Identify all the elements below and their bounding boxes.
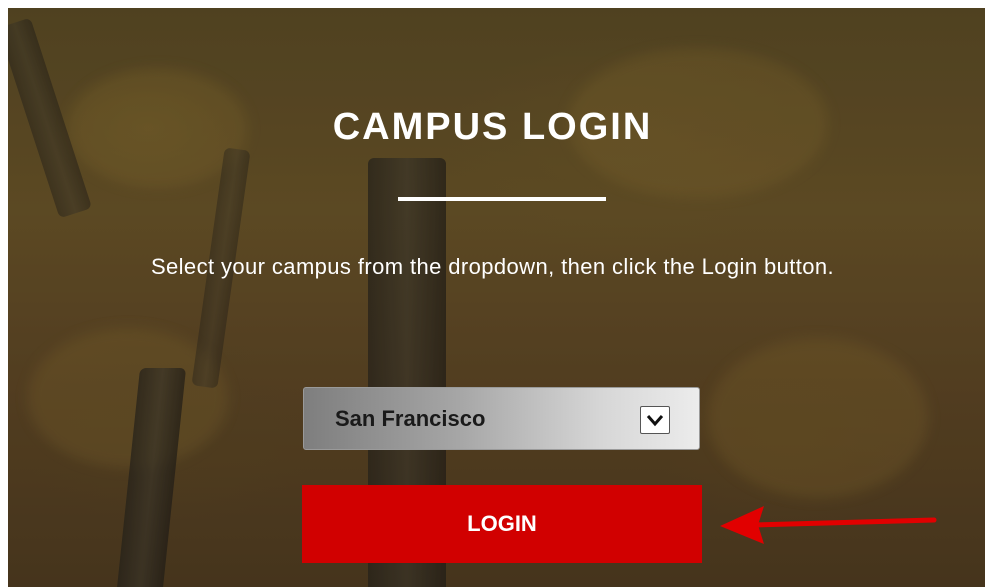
campus-dropdown-value: San Francisco (335, 406, 486, 431)
instruction-text: Select your campus from the dropdown, th… (150, 254, 835, 279)
campus-dropdown[interactable]: San Francisco (303, 387, 700, 450)
red-arrow-icon (712, 500, 937, 555)
page-title: CAMPUS LOGIN (332, 106, 653, 148)
login-button[interactable]: LOGIN (302, 485, 702, 563)
chevron-down-icon[interactable] (640, 406, 670, 434)
title-divider (398, 197, 606, 201)
